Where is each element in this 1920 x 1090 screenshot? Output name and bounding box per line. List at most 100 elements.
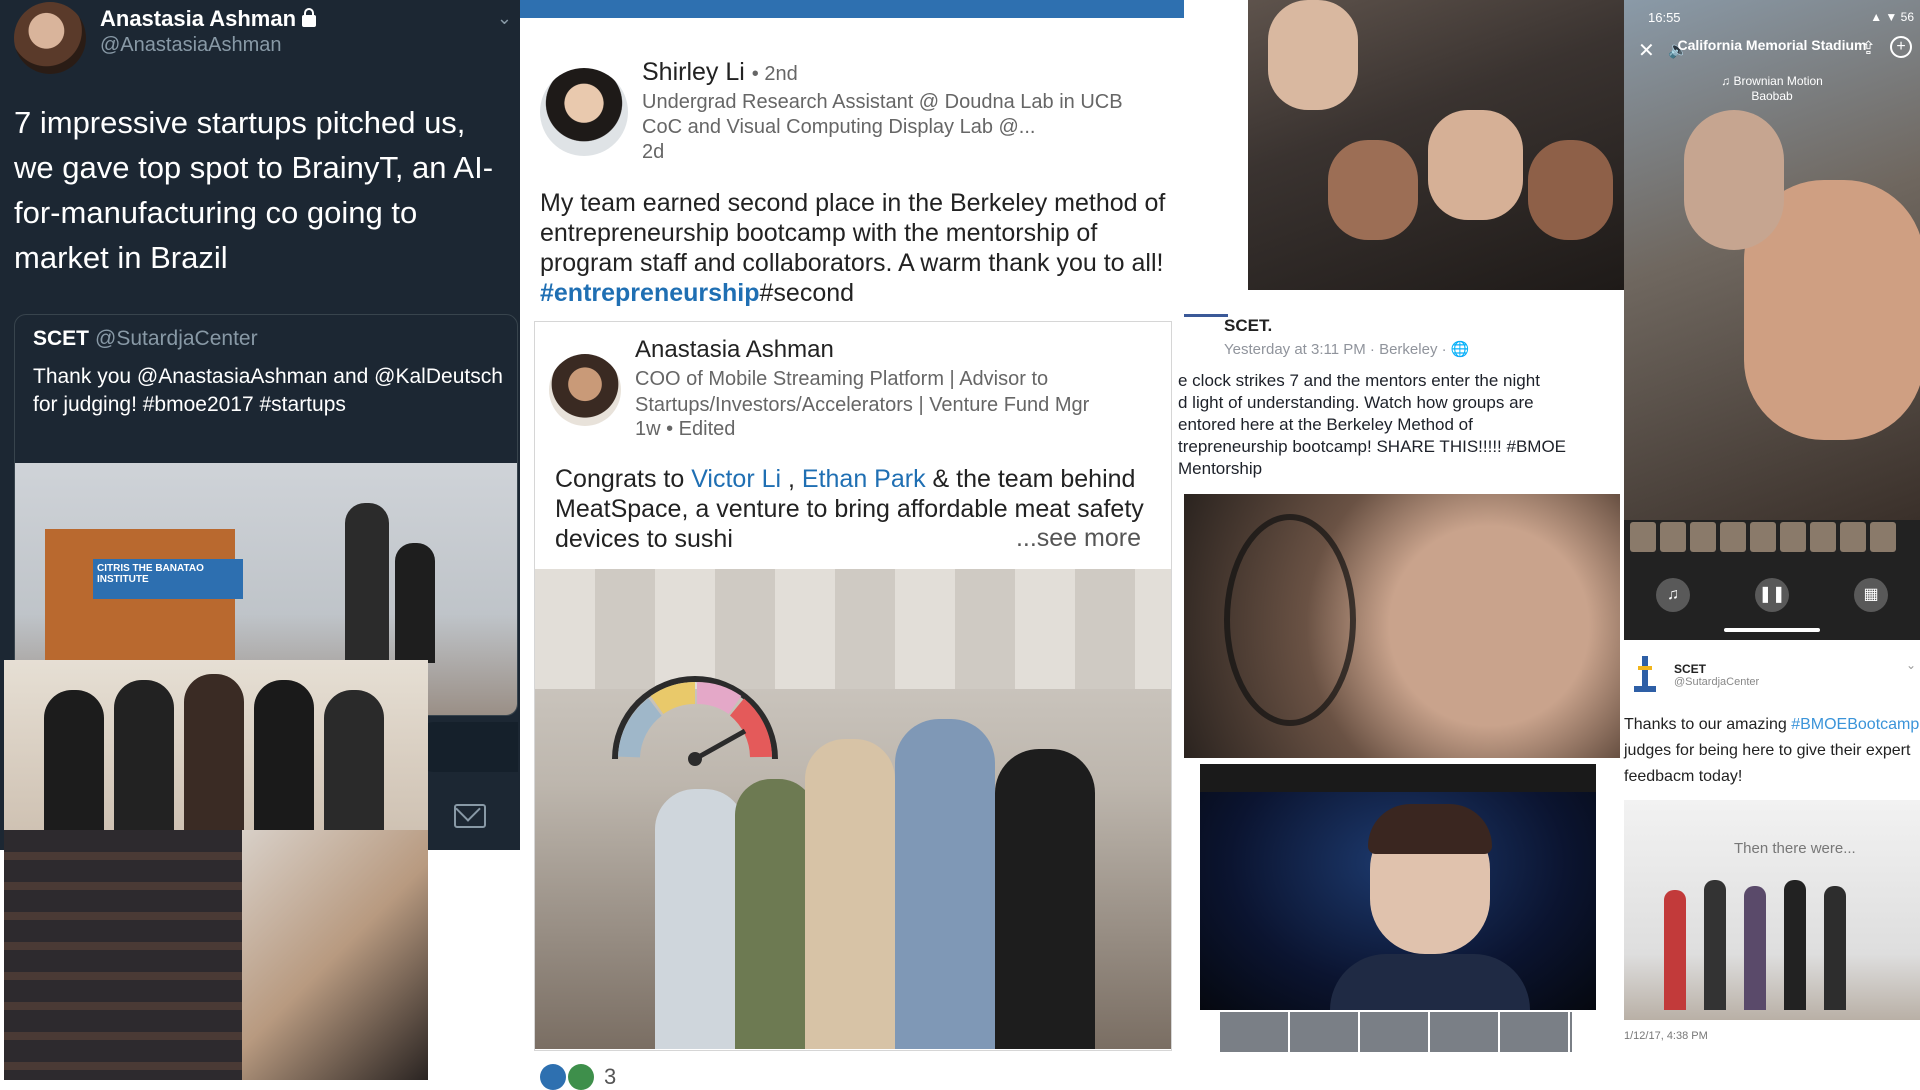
post-author[interactable]: Shirley Li • 2nd — [642, 58, 798, 87]
thumbnail[interactable] — [1810, 522, 1836, 552]
shared-post-meta: 1w • Edited — [635, 418, 736, 440]
text-segment: Congrats to — [555, 465, 692, 493]
thumbnail[interactable] — [1870, 522, 1896, 552]
post-time: 2d — [642, 141, 665, 163]
team-photo[interactable] — [535, 569, 1171, 1049]
reaction-count[interactable]: 3 — [604, 1064, 616, 1090]
person — [1664, 890, 1686, 1010]
tweet-author-name[interactable]: Anastasia Ashman — [100, 6, 317, 32]
glasses — [1224, 514, 1356, 726]
status-icons: ▲ ▼ 56 — [1870, 10, 1914, 24]
post-body: My team earned second place in the Berke… — [540, 189, 1166, 277]
person — [735, 779, 815, 1049]
person — [1784, 880, 1806, 1010]
song-label[interactable]: ♫ Brownian Motion Baobab — [1624, 74, 1920, 104]
group-photo[interactable] — [4, 660, 428, 830]
hashtag-link[interactable]: #entrepreneurship — [540, 279, 760, 307]
chevron-down-icon[interactable]: ⌄ — [1906, 658, 1916, 672]
thumbnail[interactable] — [1660, 522, 1686, 552]
speedometer-icon — [612, 676, 778, 766]
tweet-text: 7 impressive startups pitched us, we gav… — [14, 105, 494, 275]
chevron-down-icon[interactable]: ⌄ — [497, 8, 512, 29]
face — [1428, 110, 1523, 220]
person — [1824, 886, 1846, 1010]
tweet-text: Thanks to our amazing #BMOEBootcamp judg… — [1624, 712, 1920, 790]
mail-icon[interactable] — [454, 804, 486, 828]
face — [1684, 110, 1784, 250]
quoted-author-handle: @SutardjaCenter — [95, 327, 258, 350]
text-segment: Thanks to our amazing — [1624, 716, 1792, 733]
post-author-headline: Undergrad Research Assistant @ Doudna La… — [642, 90, 1162, 165]
blurred-mentor-photo[interactable] — [1184, 494, 1620, 758]
speaker-2 — [395, 543, 435, 663]
selfie-photo[interactable] — [242, 830, 428, 1080]
story-thumbnails[interactable] — [1624, 522, 1920, 556]
person — [995, 749, 1095, 1049]
person — [184, 674, 244, 830]
thumbnail[interactable] — [1720, 522, 1746, 552]
see-more-link[interactable]: ...see more — [1016, 524, 1141, 553]
avatar[interactable] — [540, 68, 628, 156]
thumbnail[interactable] — [1690, 522, 1716, 552]
person — [114, 680, 174, 830]
face — [1268, 0, 1358, 110]
speaker — [345, 503, 389, 663]
avatar[interactable] — [549, 354, 621, 426]
song-title: ♫ Brownian Motion — [1721, 74, 1823, 88]
mention-link[interactable]: Victor Li — [691, 465, 781, 493]
participants-strip — [1200, 764, 1596, 792]
quoted-tweet[interactable]: SCET @SutardjaCenter Thank you @Anastasia… — [14, 314, 518, 716]
mentor-selfie-photo[interactable] — [1248, 0, 1624, 290]
video-thumbnails[interactable] — [1220, 1012, 1572, 1052]
video-call-photo[interactable] — [1200, 764, 1596, 1010]
tweet-author-name[interactable]: SCET — [1674, 662, 1706, 676]
post-hashtag-text: #second — [759, 279, 855, 307]
author-name-text: Anastasia Ashman — [100, 6, 297, 31]
face — [1528, 140, 1613, 240]
post-meta: Yesterday at 3:11 PM · Berkeley · 🌐 — [1224, 341, 1470, 358]
add-icon[interactable]: + — [1890, 36, 1912, 58]
page-name[interactable]: SCET. — [1224, 316, 1272, 336]
podium-sign-text: CITRIS THE BANATAO INSTITUTE — [97, 563, 204, 585]
scet-tweet[interactable]: SCET @SutardjaCenter ⌄ Thanks to our ama… — [1624, 640, 1920, 1080]
thumbnail[interactable] — [1750, 522, 1776, 552]
tweet-author-handle[interactable]: @AnastasiaAshman — [100, 34, 282, 57]
tweet-timestamp: 1/12/17, 4:38 PM — [1624, 1030, 1708, 1042]
person — [44, 690, 104, 830]
quoted-author: SCET @SutardjaCenter — [33, 327, 258, 351]
text-segment: , — [781, 465, 802, 493]
shared-post-card[interactable]: Anastasia Ashman COO of Mobile Streaming… — [534, 321, 1172, 1051]
shared-post-author[interactable]: Anastasia Ashman — [635, 336, 834, 364]
face — [1328, 140, 1418, 240]
auditorium-photo[interactable] — [4, 830, 242, 1080]
hashtag-link[interactable]: #BMOEBootcamp — [1791, 716, 1919, 733]
avatar[interactable] — [14, 2, 86, 74]
person — [655, 789, 745, 1049]
person — [1744, 886, 1766, 1010]
post-text: My team earned second place in the Berke… — [540, 188, 1170, 308]
thumbnail[interactable] — [1840, 522, 1866, 552]
thumbnail[interactable] — [1630, 522, 1656, 552]
like-icon — [540, 1064, 566, 1090]
reactions[interactable] — [540, 1064, 596, 1090]
music-icon[interactable]: ♫ — [1656, 578, 1690, 612]
linkedin-feed: Shirley Li • 2nd Undergrad Research Assi… — [520, 18, 1184, 1090]
thumbnail[interactable] — [1780, 522, 1806, 552]
headline-text: Undergrad Research Assistant @ Doudna La… — [642, 91, 1123, 138]
tweet-author-handle[interactable]: @SutardjaCenter — [1674, 676, 1759, 688]
pause-icon[interactable]: ❚❚ — [1755, 578, 1789, 612]
linkedin-panel: Shirley Li • 2nd Undergrad Research Assi… — [520, 0, 1184, 1090]
song-artist: Baobab — [1751, 89, 1793, 103]
grid-icon[interactable]: ▦ — [1854, 578, 1888, 612]
instagram-story[interactable]: 16:55 ▲ ▼ 56 ✕ 🔈 California Memorial Sta… — [1624, 0, 1920, 640]
mention-link[interactable]: Ethan Park — [802, 465, 926, 493]
stage-photo[interactable]: Then there were... — [1624, 800, 1920, 1020]
person — [1704, 880, 1726, 1010]
shared-post-headline: COO of Mobile Streaming Platform | Advis… — [635, 368, 1090, 416]
person — [324, 690, 384, 830]
person — [805, 739, 895, 1049]
slide-text: Then there were... — [1734, 840, 1856, 857]
text-segment: judges for being here to give their expe… — [1624, 742, 1911, 785]
share-icon[interactable]: ⇪ — [1861, 38, 1876, 59]
speaker-hair — [1368, 804, 1492, 854]
